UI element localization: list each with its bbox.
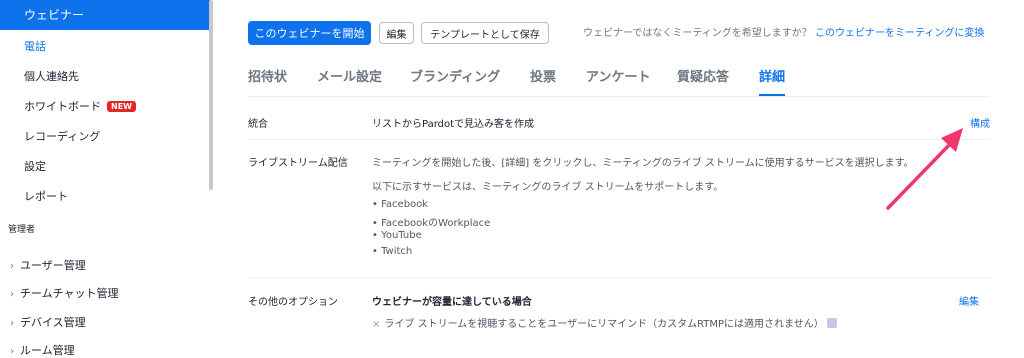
chevron-right-icon: › xyxy=(10,318,14,329)
new-badge: NEW xyxy=(107,101,136,112)
other-options-edit-link[interactable]: 編集 xyxy=(959,293,979,308)
list-item: • Twitch xyxy=(372,246,413,257)
x-icon: × xyxy=(372,319,381,330)
chevron-right-icon: › xyxy=(10,261,14,272)
save-template-button[interactable]: テンプレートとして保存 xyxy=(421,22,549,44)
convert-question: ウェビナーではなくミーティングを希望しますか？ xyxy=(583,28,812,39)
sidebar-item-label: デバイス管理 xyxy=(20,316,86,329)
tab-survey[interactable]: アンケート xyxy=(586,66,650,85)
tab-email-settings[interactable]: メール設定 xyxy=(317,66,382,85)
livestream-desc-1: ミーティングを開始した後、[詳細] をクリックし、ミーティングのライブ ストリー… xyxy=(372,158,914,169)
convert-to-meeting-link[interactable]: このウェビナーをミーティングに変換 xyxy=(815,28,984,39)
livestream-label: ライブストリーム配信 xyxy=(248,158,348,169)
sidebar-item-team-chat[interactable]: › チームチャット管理 xyxy=(10,285,119,301)
list-item: • YouTube xyxy=(372,230,422,241)
chevron-right-icon: › xyxy=(10,289,14,300)
sidebar-item-devices[interactable]: › デバイス管理 xyxy=(10,314,86,330)
capacity-title: ウェビナーが容量に達している場合 xyxy=(372,297,532,308)
configure-link[interactable]: 構成 xyxy=(970,115,990,130)
main-content: このウェビナーを開始 編集 テンプレートとして保存 ウェビナーではなくミーティン… xyxy=(213,0,1024,358)
tab-qa[interactable]: 質疑応答 xyxy=(677,66,729,85)
info-icon[interactable] xyxy=(826,318,837,328)
list-item: • FacebookのWorkplace xyxy=(372,218,491,229)
sidebar-item-webinar[interactable]: ウェビナー xyxy=(0,0,210,30)
sidebar-item-label: ユーザー管理 xyxy=(20,259,86,272)
sidebar-item-user-management[interactable]: › ユーザー管理 xyxy=(10,257,86,273)
tab-polls[interactable]: 投票 xyxy=(530,66,556,85)
sidebar-item-whiteboard[interactable]: ホワイトボード NEW xyxy=(24,98,136,114)
sidebar-item-phone[interactable]: 電話 xyxy=(24,38,46,54)
livestream-desc-2: 以下に示すサービスは、ミーティングのライブ ストリームをサポートします。 xyxy=(372,182,724,193)
divider xyxy=(248,139,990,140)
list-item: • Facebook xyxy=(372,199,429,210)
sidebar-item-label: ホワイトボード xyxy=(24,100,101,113)
sidebar: ウェビナー 電話 個人連絡先 ホワイトボード NEW レコーディング 設定 レポー… xyxy=(0,0,213,358)
sidebar-item-label: チームチャット管理 xyxy=(20,287,119,300)
tab-advanced[interactable]: 詳細 xyxy=(759,66,785,85)
sidebar-item-rooms[interactable]: › ルーム管理 xyxy=(10,342,75,358)
tab-branding[interactable]: ブランディング xyxy=(410,66,500,85)
convert-prompt: ウェビナーではなくミーティングを希望しますか？ このウェビナーをミーティングに変… xyxy=(583,24,984,39)
sidebar-item-settings[interactable]: 設定 xyxy=(24,158,46,174)
sidebar-item-reports[interactable]: レポート xyxy=(24,188,68,204)
divider xyxy=(248,96,990,97)
remind-option: × ライブ ストリームを視聴することをユーザーにリマインド（カスタムRTMPには適… xyxy=(372,315,837,330)
edit-button[interactable]: 編集 xyxy=(379,22,414,44)
integration-content: リストからPardotで見込み客を作成 xyxy=(372,119,535,130)
integration-label: 統合 xyxy=(248,119,268,130)
tab-invitations[interactable]: 招待状 xyxy=(248,66,287,85)
other-options-label: その他のオプション xyxy=(248,297,338,308)
divider xyxy=(248,277,990,278)
start-webinar-button[interactable]: このウェビナーを開始 xyxy=(248,21,371,45)
sidebar-item-recordings[interactable]: レコーディング xyxy=(24,128,100,144)
chevron-right-icon: › xyxy=(10,346,14,357)
sidebar-section-admin: 管理者 xyxy=(8,225,36,235)
sidebar-item-label: ルーム管理 xyxy=(20,344,75,357)
sidebar-item-contacts[interactable]: 個人連絡先 xyxy=(24,68,79,84)
